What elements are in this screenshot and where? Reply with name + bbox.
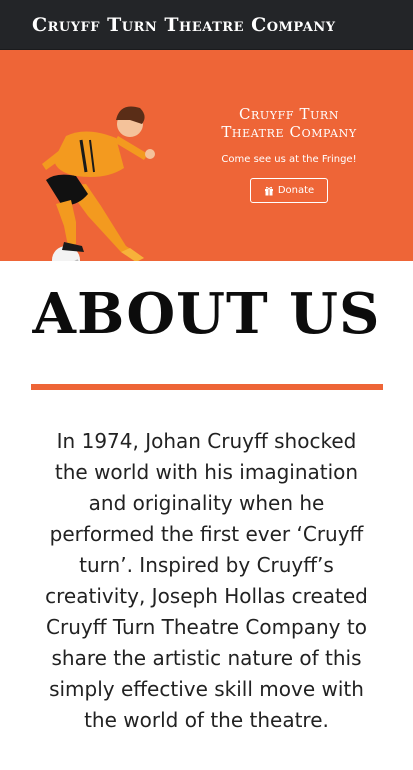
about-body-text: In 1974, Johan Cruyff shocked the world … xyxy=(45,428,368,732)
hero-text-block: Cruyff Turn Theatre Company Come see us … xyxy=(205,105,373,203)
top-navbar: Cruyff Turn Theatre Company xyxy=(0,0,413,50)
site-brand[interactable]: Cruyff Turn Theatre Company xyxy=(32,14,336,36)
about-section: ABOUT US In 1974, Johan Cruyff shocked t… xyxy=(0,282,413,736)
footballer-illustration xyxy=(42,106,155,261)
hero-title: Cruyff Turn Theatre Company xyxy=(221,105,357,141)
section-divider xyxy=(30,383,383,390)
donate-button[interactable]: Donate xyxy=(249,178,329,203)
gift-icon xyxy=(264,186,273,195)
donate-label: Donate xyxy=(277,185,315,196)
hero-subtitle: Come see us at the Fringe! xyxy=(221,154,357,165)
hero-banner: Cruyff Turn Theatre Company Come see us … xyxy=(0,50,413,261)
about-heading: ABOUT US xyxy=(32,281,381,347)
